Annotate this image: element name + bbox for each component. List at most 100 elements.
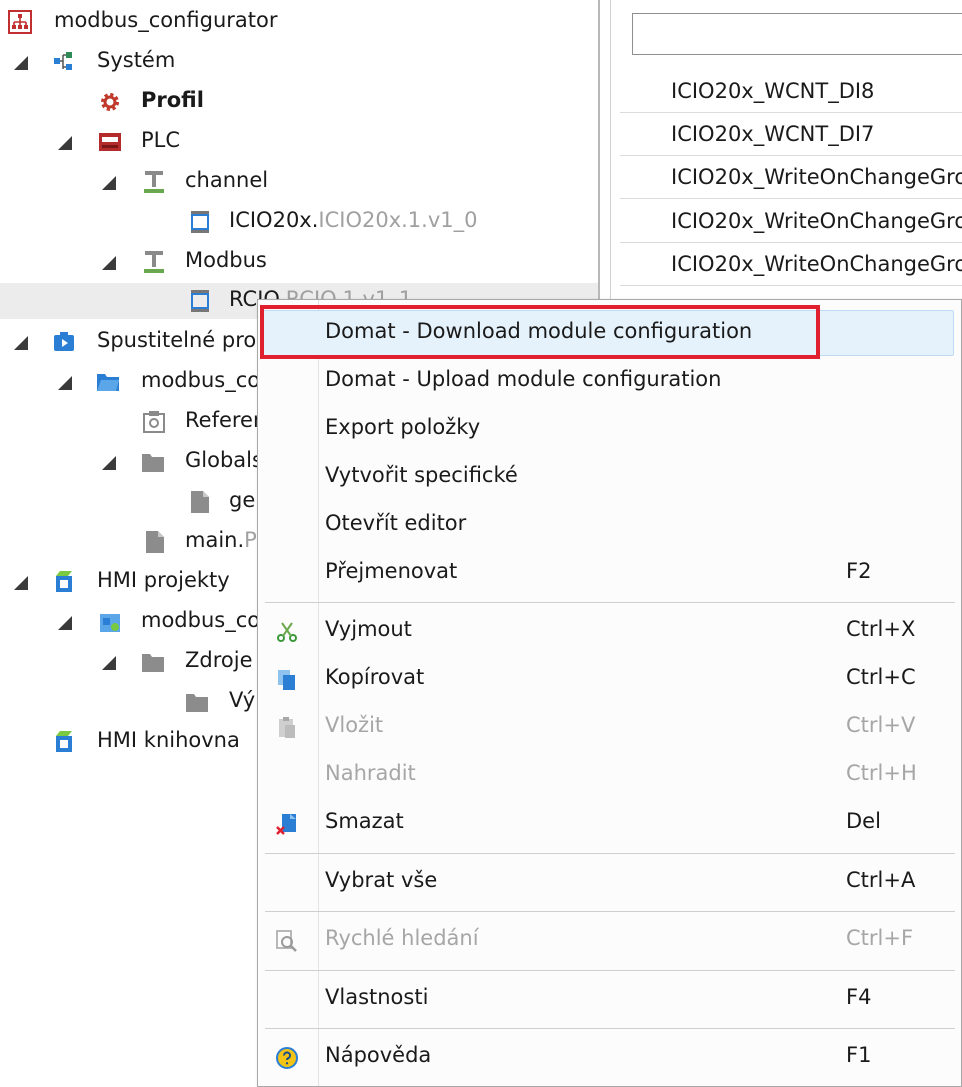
menu-item-rename[interactable]: Přejmenovat F2 — [258, 550, 961, 598]
menu-separator — [265, 911, 955, 912]
context-menu: Domat - Download module configuration Do… — [257, 299, 962, 1087]
list-item[interactable]: ICIO20x_WCNT_DI8 — [620, 70, 962, 113]
list-item[interactable]: ICIO20x_WriteOnChangeGro — [620, 156, 962, 199]
menu-item-replace[interactable]: Nahradit Ctrl+H — [258, 752, 961, 800]
folder-icon — [142, 454, 164, 472]
tree-label-modbus-co1: modbus_co — [141, 368, 261, 392]
module-icon — [191, 211, 209, 233]
menu-separator — [265, 1028, 955, 1029]
hmi-icon — [56, 571, 72, 592]
tree-label-profil: Profil — [141, 88, 204, 112]
menu-item-quick-search[interactable]: Rychlé hledání Ctrl+F — [258, 917, 961, 965]
tree-node-channel[interactable]: channel — [0, 164, 598, 200]
menu-item-upload-config[interactable]: Domat - Upload module configuration — [258, 358, 961, 406]
expand-arrow-icon[interactable] — [102, 176, 116, 190]
folder-icon — [186, 694, 208, 712]
list-item[interactable]: ICIO20x_WriteOnChangeGro — [620, 200, 962, 243]
shortcut-label: Del — [846, 809, 881, 833]
expand-arrow-icon[interactable] — [102, 656, 116, 670]
expand-arrow-icon[interactable] — [58, 136, 72, 150]
shortcut-label: Ctrl+C — [846, 665, 916, 689]
folder-open-icon — [97, 374, 119, 391]
tree-node-profil[interactable]: Profil — [0, 84, 598, 120]
paste-icon — [279, 717, 295, 738]
tree-label-hmi-knihovna: HMI knihovna — [97, 728, 240, 752]
shortcut-label: Ctrl+V — [846, 713, 916, 737]
shortcut-label: Ctrl+A — [846, 868, 916, 892]
scissors-icon — [277, 622, 297, 642]
menu-item-cut[interactable]: Vyjmout Ctrl+X — [258, 608, 961, 656]
expand-arrow-icon[interactable] — [102, 456, 116, 470]
system-icon — [54, 52, 72, 70]
tree-node-root[interactable]: modbus_configurator — [0, 4, 598, 40]
references-icon — [143, 411, 165, 433]
module-icon — [191, 290, 209, 312]
menu-item-create-specific[interactable]: Vytvořit specifické — [258, 454, 961, 502]
menu-item-delete[interactable]: Smazat Del — [258, 800, 961, 848]
hmi-icon — [56, 731, 72, 752]
menu-separator — [265, 853, 955, 854]
highlight-frame — [260, 305, 820, 359]
expand-arrow-icon[interactable] — [14, 576, 28, 590]
collapse-arrow-icon[interactable] — [110, 412, 122, 432]
menu-item-export[interactable]: Export položky — [258, 406, 961, 454]
tree-node-system[interactable]: Systém — [0, 44, 598, 80]
tree-label-zdroje: Zdroje — [185, 648, 253, 672]
tree-node-icio[interactable]: ICIO20x.ICIO20x.1.v1_0 — [0, 204, 598, 240]
menu-item-copy[interactable]: Kopírovat Ctrl+C — [258, 656, 961, 704]
tree-label-plc: PLC — [141, 128, 181, 152]
copy-icon — [278, 670, 295, 690]
expand-arrow-icon[interactable] — [58, 616, 72, 630]
channel-icon — [144, 171, 164, 193]
expand-arrow-icon[interactable] — [14, 56, 28, 70]
shortcut-label: F1 — [846, 1043, 872, 1067]
tree-label-main: main. — [185, 528, 245, 552]
shortcut-label: Ctrl+H — [846, 761, 917, 785]
expand-arrow-icon[interactable] — [102, 256, 116, 270]
project-icon — [8, 10, 32, 34]
tree-node-plc[interactable]: PLC — [0, 124, 598, 160]
tree-label-icio: ICIO20x. — [229, 208, 319, 232]
tree-label-referen: Referen — [185, 408, 267, 432]
plc-icon — [99, 133, 121, 151]
expand-arrow-icon[interactable] — [58, 376, 72, 390]
executable-icon — [54, 332, 74, 351]
menu-separator — [265, 602, 955, 603]
help-icon — [276, 1047, 298, 1069]
shortcut-label: F2 — [846, 559, 872, 583]
tree-label-globals: Globals — [185, 448, 263, 472]
shortcut-label: Ctrl+F — [846, 926, 914, 950]
quick-search-icon — [276, 930, 297, 952]
file-icon — [146, 531, 164, 553]
tree-label-hmi-projekty: HMI projekty — [97, 568, 230, 592]
menu-item-open-editor[interactable]: Otevřít editor — [258, 502, 961, 550]
folder-icon — [142, 654, 164, 672]
delete-icon — [276, 814, 296, 835]
menu-item-paste[interactable]: Vložit Ctrl+V — [258, 704, 961, 752]
expand-arrow-icon[interactable] — [14, 336, 28, 350]
menu-item-select-all[interactable]: Vybrat vše Ctrl+A — [258, 859, 961, 907]
tree-label-system: Systém — [97, 48, 176, 72]
tree-label-modbus-co2: modbus_co — [141, 608, 261, 632]
menu-item-properties[interactable]: Vlastnosti F4 — [258, 976, 961, 1024]
channel-icon — [144, 251, 164, 273]
tree-node-modbus[interactable]: Modbus — [0, 244, 598, 280]
menu-separator — [265, 970, 955, 971]
gear-icon — [101, 93, 119, 111]
shortcut-label: F4 — [846, 985, 872, 1009]
tree-label-icio-ext: ICIO20x.1.v1_0 — [318, 208, 478, 232]
shortcut-label: Ctrl+X — [846, 617, 916, 641]
collapse-arrow-icon[interactable] — [153, 692, 165, 712]
list-item[interactable]: ICIO20x_WCNT_DI7 — [620, 113, 962, 156]
tree-label-vy: Vý — [229, 688, 256, 712]
tree-label-modbus: Modbus — [185, 248, 267, 272]
tree-label-ge: ge — [229, 488, 256, 512]
tree-label-main-ext: P — [244, 528, 257, 552]
tree-label-spustitelne: Spustitelné pro — [97, 328, 257, 352]
list-item[interactable]: ICIO20x_WriteOnChangeGro — [620, 243, 962, 286]
search-input[interactable] — [632, 13, 962, 55]
tree-label-root: modbus_configurator — [54, 8, 278, 32]
file-icon — [191, 491, 209, 513]
menu-item-help[interactable]: Nápověda F1 — [258, 1034, 961, 1082]
tree-label-channel: channel — [185, 168, 269, 192]
